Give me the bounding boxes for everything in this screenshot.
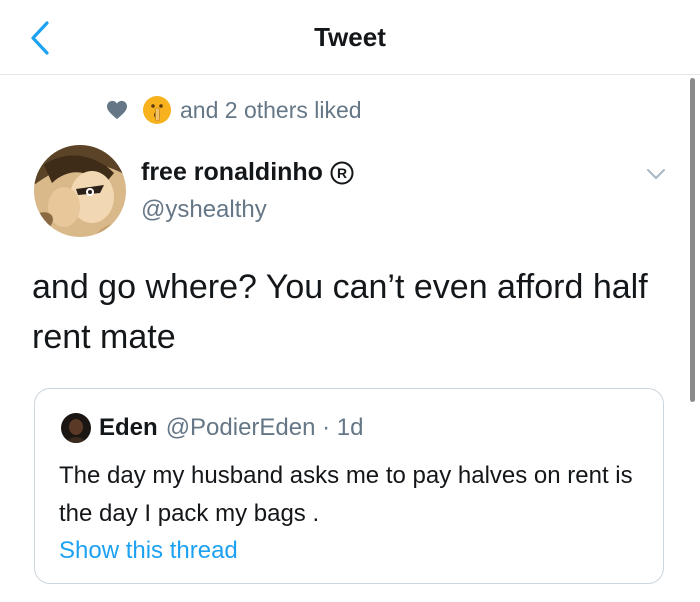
- page-title: Tweet: [314, 22, 386, 52]
- quoted-tweet-card[interactable]: Eden @PodierEden · 1d The day my husband…: [34, 388, 664, 584]
- quoted-tweet-header: Eden @PodierEden · 1d: [61, 413, 364, 443]
- social-context-row[interactable]: and 2 others liked: [106, 94, 362, 126]
- show-thread-link[interactable]: Show this thread: [59, 537, 238, 565]
- top-navigation-bar: Tweet: [0, 0, 700, 75]
- quoted-author-meta: @PodierEden · 1d: [165, 414, 364, 441]
- tweet-detail-page: Tweet and 2 others liked free ronaldinho…: [0, 0, 700, 602]
- quoted-author-name[interactable]: Eden: [99, 414, 158, 442]
- registered-icon: R: [330, 161, 354, 184]
- quoted-author-avatar[interactable]: [61, 413, 91, 443]
- heart-icon: [107, 100, 127, 120]
- quoted-author-avatar-image: [61, 413, 91, 443]
- chevron-down-icon: [647, 169, 665, 179]
- svg-text:R: R: [337, 165, 347, 181]
- author-name[interactable]: free ronaldinho R: [141, 158, 354, 187]
- liker-avatar[interactable]: [142, 95, 172, 125]
- shushing-face-emoji-icon: [143, 96, 171, 124]
- liked-text: and 2 others liked: [180, 96, 362, 123]
- anime-character-avatar-image: [34, 145, 126, 237]
- tweet-text: and go where? You can’t even afford half…: [32, 268, 648, 356]
- author-handle[interactable]: @yshealthy: [141, 196, 267, 224]
- author-name-text: free ronaldinho: [141, 158, 323, 186]
- more-options-button[interactable]: [644, 164, 668, 184]
- quoted-tweet-text: The day my husband asks me to pay halves…: [59, 462, 633, 527]
- author-avatar[interactable]: [34, 145, 126, 237]
- scrollbar[interactable]: [690, 78, 695, 402]
